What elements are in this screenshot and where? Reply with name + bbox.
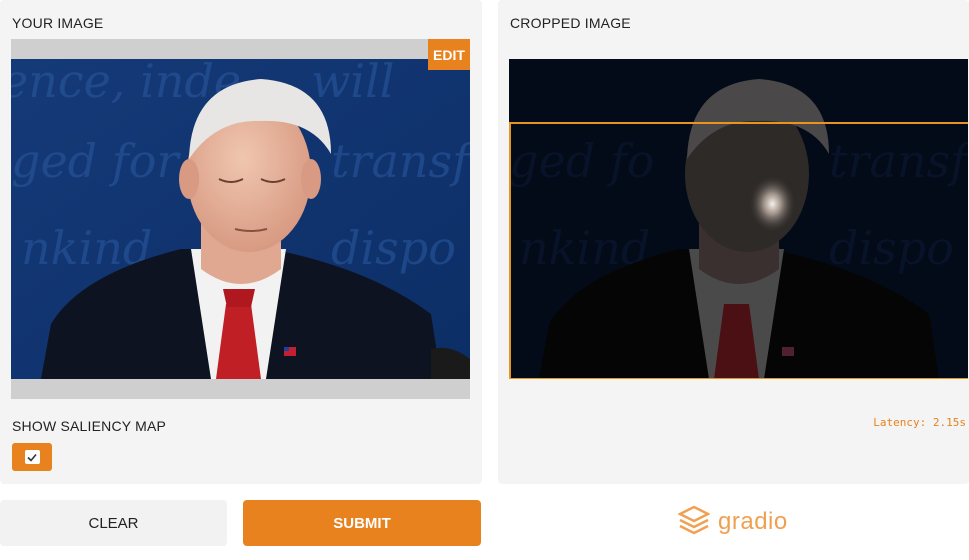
svg-text:ence, inde: ence, inde [11, 59, 241, 108]
saliency-checkbox[interactable] [12, 443, 52, 471]
check-icon [24, 450, 40, 464]
svg-text:dispo: dispo [331, 221, 456, 275]
cropped-image: ged fo transf nkind dispo [509, 59, 968, 379]
crop-rectangle [509, 122, 968, 379]
edit-button[interactable]: EDIT [428, 39, 470, 70]
input-image-frame[interactable]: ence, inde will ged for l transf nkind d… [11, 39, 470, 399]
svg-text:ged for l: ged for l [11, 134, 208, 188]
input-panel-title: YOUR IMAGE [12, 15, 104, 31]
saliency-label: SHOW SALIENCY MAP [12, 418, 167, 434]
input-image: ence, inde will ged for l transf nkind d… [11, 59, 470, 379]
gradio-logo[interactable]: gradio [677, 505, 788, 540]
output-panel: CROPPED IMAGE ged fo transf nkind dispo [498, 0, 969, 484]
output-panel-title: CROPPED IMAGE [510, 15, 631, 31]
gradio-logo-icon [677, 505, 711, 540]
clear-button[interactable]: CLEAR [0, 500, 227, 546]
submit-button[interactable]: SUBMIT [243, 500, 481, 546]
svg-text:will: will [311, 59, 395, 108]
svg-text:transf: transf [331, 134, 470, 188]
gradio-wordmark: gradio [718, 508, 788, 535]
latency-readout: Latency: 2.15s [873, 416, 966, 429]
input-panel: YOUR IMAGE ence, inde will ged for l tra… [0, 0, 482, 484]
